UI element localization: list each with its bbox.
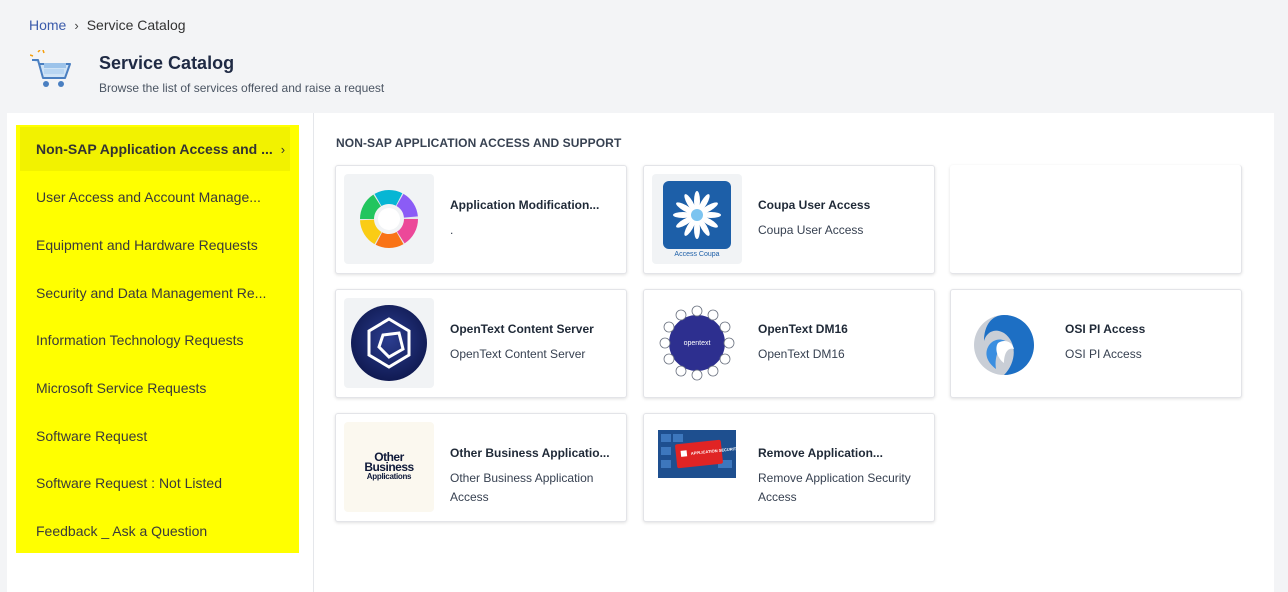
other-business-apps-icon: Other Business Applications [344,422,434,512]
sidebar-item-non-sap-application-access[interactable]: Non-SAP Application Access and ... › [20,127,290,171]
page-subtitle: Browse the list of services offered and … [99,81,385,95]
service-card-osi-pi-access[interactable]: OSI PI Access OSI PI Access [950,289,1242,398]
sidebar-item-label: Information Technology Requests [36,332,244,348]
sidebar-divider [313,113,314,592]
sidebar-item-information-technology[interactable]: Information Technology Requests [20,318,290,362]
card-description: Other Business Application Access [450,471,594,504]
breadcrumb-home-link[interactable]: Home [29,17,66,33]
sidebar-item-user-access[interactable]: User Access and Account Manage... [20,175,290,219]
service-card-remove-application-security[interactable]: APPLICATION SECURITY Remove Application.… [643,413,935,522]
card-thumbnail [959,298,1049,388]
page-title: Service Catalog [99,53,235,73]
card-thumbnail: opentext [652,298,742,388]
card-description: OpenText DM16 [758,347,845,361]
sidebar-item-software-not-listed[interactable]: Software Request : Not Listed [20,461,290,505]
sidebar-item-label: Equipment and Hardware Requests [36,237,258,253]
card-thumbnail [344,174,434,264]
service-card-application-modification[interactable]: Application Modification... . [335,165,627,274]
sidebar-item-label: Software Request : Not Listed [36,475,222,491]
service-card-opentext-dm16[interactable]: opentext OpenText DM16 OpenText DM16 [643,289,935,398]
sidebar-item-software-request[interactable]: Software Request [20,414,290,458]
card-description: OpenText Content Server [450,347,586,361]
card-thumbnail: Access Coupa [652,174,742,264]
sidebar-item-label: User Access and Account Manage... [36,189,261,205]
sidebar-item-feedback[interactable]: Feedback _ Ask a Question [20,509,290,553]
osi-pi-logo-icon [974,315,1034,375]
empty-card-slot [950,165,1242,274]
section-title: NON-SAP APPLICATION ACCESS AND SUPPORT [336,136,622,150]
service-card-other-business-applications[interactable]: Other Business Applications Other Busine… [335,413,627,522]
sidebar-item-equipment-hardware[interactable]: Equipment and Hardware Requests [20,223,290,267]
cycle-diagram-icon [360,190,418,248]
card-description: OSI PI Access [1065,347,1142,361]
breadcrumb: Home › Service Catalog [29,17,186,33]
sidebar-item-label: Feedback _ Ask a Question [36,523,208,539]
card-thumbnail: APPLICATION SECURITY [652,422,742,512]
coupa-logo-icon [663,180,731,249]
opentext-hexagon-icon [351,305,427,381]
card-title: Remove Application... [758,446,883,460]
sidebar-item-label: Microsoft Service Requests [36,380,207,396]
card-title: OpenText Content Server [450,322,594,336]
chevron-right-icon: › [74,17,79,33]
sidebar-item-microsoft-service[interactable]: Microsoft Service Requests [20,366,290,410]
breadcrumb-current: Service Catalog [86,17,186,33]
service-card-coupa-user-access[interactable]: Access Coupa Coupa User Access Coupa Use… [643,165,935,274]
chevron-right-icon: › [280,141,286,157]
card-description: Remove Application Security Access [758,471,911,504]
card-description: Coupa User Access [758,223,864,237]
coupa-logo-text: Access Coupa [674,250,720,258]
opentext-dm-icon: opentext [659,305,735,381]
service-card-opentext-content-server[interactable]: OpenText Content Server OpenText Content… [335,289,627,398]
sidebar-item-label: Non-SAP Application Access and ... [36,141,273,157]
sidebar-item-label: Security and Data Management Re... [36,285,267,301]
category-sidebar: Non-SAP Application Access and ... › Use… [16,125,299,553]
card-title: OSI PI Access [1065,322,1146,336]
sidebar-item-label: Software Request [36,428,148,444]
card-title: Coupa User Access [758,198,871,212]
shopping-cart-icon [30,50,71,87]
logo-word-applications: Applications [366,472,412,481]
sidebar-item-security-data[interactable]: Security and Data Management Re... [20,271,290,315]
card-title: Application Modification... [450,198,600,212]
card-description: . [450,223,454,237]
logo-word-business: Business [364,460,414,474]
card-title: OpenText DM16 [758,322,848,336]
card-title: Other Business Applicatio... [450,446,610,460]
application-security-icon: APPLICATION SECURITY [658,430,736,478]
card-thumbnail [344,298,434,388]
opentext-logo-text: opentext [684,340,711,347]
